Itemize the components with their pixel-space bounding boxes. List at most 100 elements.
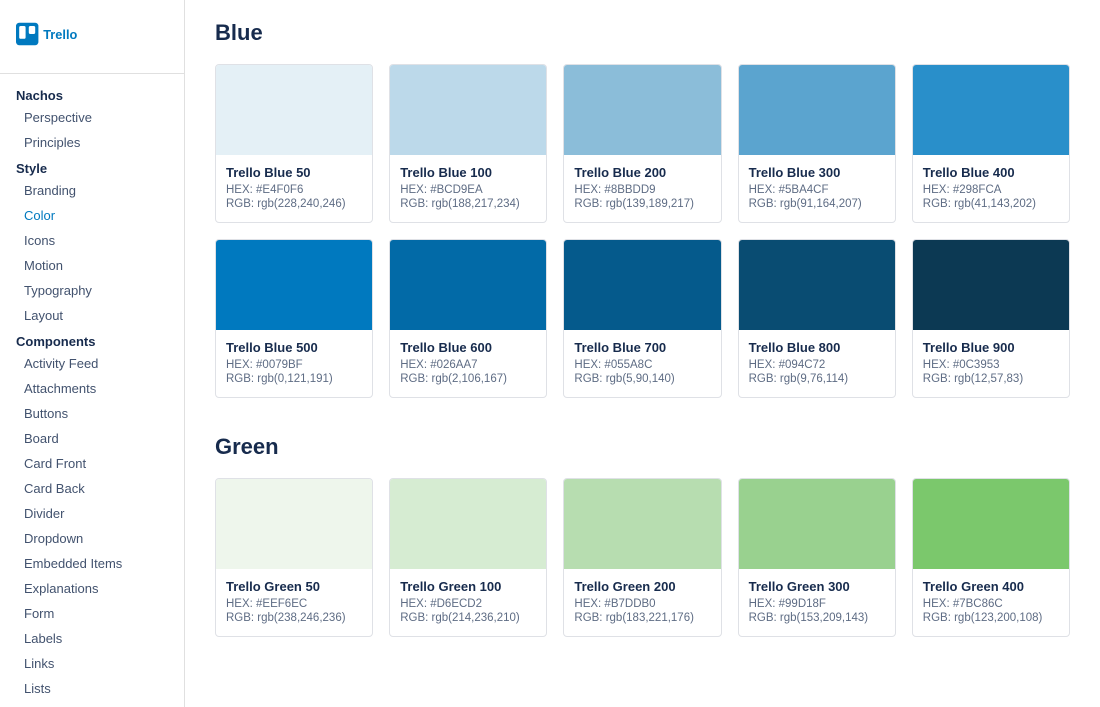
color-hex: HEX: #D6ECD2 xyxy=(400,598,536,610)
sidebar-item-principles[interactable]: Principles xyxy=(0,130,184,155)
color-card: Trello Green 200 HEX: #B7DDB0 RGB: rgb(183… xyxy=(563,478,721,637)
sidebar-item-color[interactable]: Color xyxy=(0,203,184,228)
color-rgb: RGB: rgb(0,121,191) xyxy=(226,373,362,385)
color-card: Trello Blue 100 HEX: #BCD9EA RGB: rgb(188,… xyxy=(389,64,547,223)
main-content: Blue Trello Blue 50 HEX: #E4F0F6 RGB: rgb(… xyxy=(185,0,1100,707)
color-name: Trello Green 300 xyxy=(749,579,885,594)
sidebar-item-typography[interactable]: Typography xyxy=(0,278,184,303)
color-swatch xyxy=(390,240,546,330)
color-rgb: RGB: rgb(238,246,236) xyxy=(226,612,362,624)
color-card: Trello Green 400 HEX: #7BC86C RGB: rgb(123… xyxy=(912,478,1070,637)
color-rgb: RGB: rgb(153,209,143) xyxy=(749,612,885,624)
color-card: Trello Blue 200HEX: #8BBDD9RGB: rgb(139,… xyxy=(563,64,721,223)
sidebar-item-labels[interactable]: Labels xyxy=(0,626,184,651)
sidebar-item-explanations[interactable]: Explanations xyxy=(0,576,184,601)
color-card: Trello Blue 400HEX: #298FCARGB: rgb(41,1… xyxy=(912,64,1070,223)
sidebar-item-buttons[interactable]: Buttons xyxy=(0,401,184,426)
color-rgb: RGB: rgb(41,143,202) xyxy=(923,198,1059,210)
sidebar-item-form[interactable]: Form xyxy=(0,601,184,626)
color-rgb: RGB: rgb(214,236,210) xyxy=(400,612,536,624)
color-swatch xyxy=(216,240,372,330)
color-swatch xyxy=(564,240,720,330)
color-name: Trello Green 50 xyxy=(226,579,362,594)
sidebar-item-lists[interactable]: Lists xyxy=(0,676,184,701)
color-swatch xyxy=(913,240,1069,330)
color-swatch xyxy=(739,65,895,155)
trello-logo: Trello xyxy=(16,20,96,48)
sidebar: Trello Nachos Perspective Principles Sty… xyxy=(0,0,185,707)
color-card: Trello Blue 600HEX: #026AA7RGB: rgb(2,10… xyxy=(389,239,547,398)
color-card: Trello Blue 500 HEX: #0079BF RGB: rgb(0,12… xyxy=(215,239,373,398)
sidebar-item-board[interactable]: Board xyxy=(0,426,184,451)
color-name: Trello Green 100 xyxy=(400,579,536,594)
sidebar-item-motion[interactable]: Motion xyxy=(0,253,184,278)
color-hex: HEX: #8BBDD9 xyxy=(574,184,710,196)
color-hex: HEX: #026AA7 xyxy=(400,359,536,371)
sidebar-item-branding[interactable]: Branding xyxy=(0,178,184,203)
color-rgb: RGB: rgb(123,200,108) xyxy=(923,612,1059,624)
color-swatch xyxy=(564,479,720,569)
color-name: Trello Blue 300 xyxy=(749,165,885,180)
color-hex: HEX: #0079BF xyxy=(226,359,362,371)
color-hex: HEX: #7BC86C xyxy=(923,598,1059,610)
color-swatch xyxy=(216,65,372,155)
color-swatch xyxy=(390,65,546,155)
color-card: Trello Blue 300 HEX: #5BA4CF RGB: rgb(91,1… xyxy=(738,64,896,223)
color-name: Trello Blue 500 xyxy=(226,340,362,355)
color-rgb: RGB: rgb(228,240,246) xyxy=(226,198,362,210)
sidebar-item-card-front[interactable]: Card Front xyxy=(0,451,184,476)
style-section-title: Style xyxy=(0,155,184,178)
sidebar-item-attachments[interactable]: Attachments xyxy=(0,376,184,401)
nachos-section-title: Nachos xyxy=(0,82,184,105)
color-swatch xyxy=(564,65,720,155)
color-hex: HEX: #0C3953 xyxy=(923,359,1059,371)
green-color-grid: Trello Green 50 HEX: #EEF6EC RGB: rgb(238,… xyxy=(215,478,1070,637)
sidebar-item-divider[interactable]: Divider xyxy=(0,501,184,526)
blue-color-grid: Trello Blue 50 HEX: #E4F0F6 RGB: rgb(228,2… xyxy=(215,64,1070,398)
color-swatch xyxy=(390,479,546,569)
color-name: Trello Blue 700 xyxy=(574,340,710,355)
components-section-title: Components xyxy=(0,328,184,351)
color-card: Trello Blue 900 HEX: #0C3953 RGB: rgb(12,5… xyxy=(912,239,1070,398)
color-rgb: RGB: rgb(12,57,83) xyxy=(923,373,1059,385)
color-name: Trello Blue 100 xyxy=(400,165,536,180)
color-hex: HEX: #B7DDB0 xyxy=(574,598,710,610)
sidebar-item-icons[interactable]: Icons xyxy=(0,228,184,253)
color-name: Trello Green 200 xyxy=(574,579,710,594)
color-hex: HEX: #5BA4CF xyxy=(749,184,885,196)
sidebar-item-links[interactable]: Links xyxy=(0,651,184,676)
color-rgb: RGB: rgb(5,90,140) xyxy=(574,373,710,385)
color-hex: HEX: #E4F0F6 xyxy=(226,184,362,196)
color-card: Trello Green 100 HEX: #D6ECD2 RGB: rgb(214… xyxy=(389,478,547,637)
color-card: Trello Green 50 HEX: #EEF6EC RGB: rgb(238,… xyxy=(215,478,373,637)
color-swatch xyxy=(739,240,895,330)
sidebar-item-embedded-items[interactable]: Embedded Items xyxy=(0,551,184,576)
sidebar-item-dropdown[interactable]: Dropdown xyxy=(0,526,184,551)
color-swatch xyxy=(913,479,1069,569)
color-card: Trello Blue 700HEX: #055A8CRGB: rgb(5,90… xyxy=(563,239,721,398)
sidebar-item-card-back[interactable]: Card Back xyxy=(0,476,184,501)
sidebar-item-activity-feed[interactable]: Activity Feed xyxy=(0,351,184,376)
color-swatch xyxy=(913,65,1069,155)
color-name: Trello Blue 400 xyxy=(923,165,1059,180)
svg-text:Trello: Trello xyxy=(43,27,77,42)
color-rgb: RGB: rgb(183,221,176) xyxy=(574,612,710,624)
sidebar-item-perspective[interactable]: Perspective xyxy=(0,105,184,130)
color-name: Trello Green 400 xyxy=(923,579,1059,594)
sidebar-item-popover[interactable]: Popover xyxy=(0,701,184,707)
color-rgb: RGB: rgb(188,217,234) xyxy=(400,198,536,210)
blue-section-title: Blue xyxy=(215,20,1070,46)
color-name: Trello Blue 50 xyxy=(226,165,362,180)
color-card: Trello Blue 800HEX: #094C72RGB: rgb(9,76… xyxy=(738,239,896,398)
color-name: Trello Blue 800 xyxy=(749,340,885,355)
color-rgb: RGB: rgb(91,164,207) xyxy=(749,198,885,210)
color-name: Trello Blue 900 xyxy=(923,340,1059,355)
color-card: Trello Blue 50 HEX: #E4F0F6 RGB: rgb(228,2… xyxy=(215,64,373,223)
color-rgb: RGB: rgb(139,189,217) xyxy=(574,198,710,210)
green-section-title: Green xyxy=(215,434,1070,460)
color-rgb: RGB: rgb(2,106,167) xyxy=(400,373,536,385)
color-hex: HEX: #EEF6EC xyxy=(226,598,362,610)
sidebar-item-layout[interactable]: Layout xyxy=(0,303,184,328)
color-hex: HEX: #BCD9EA xyxy=(400,184,536,196)
sidebar-divider xyxy=(0,73,184,74)
